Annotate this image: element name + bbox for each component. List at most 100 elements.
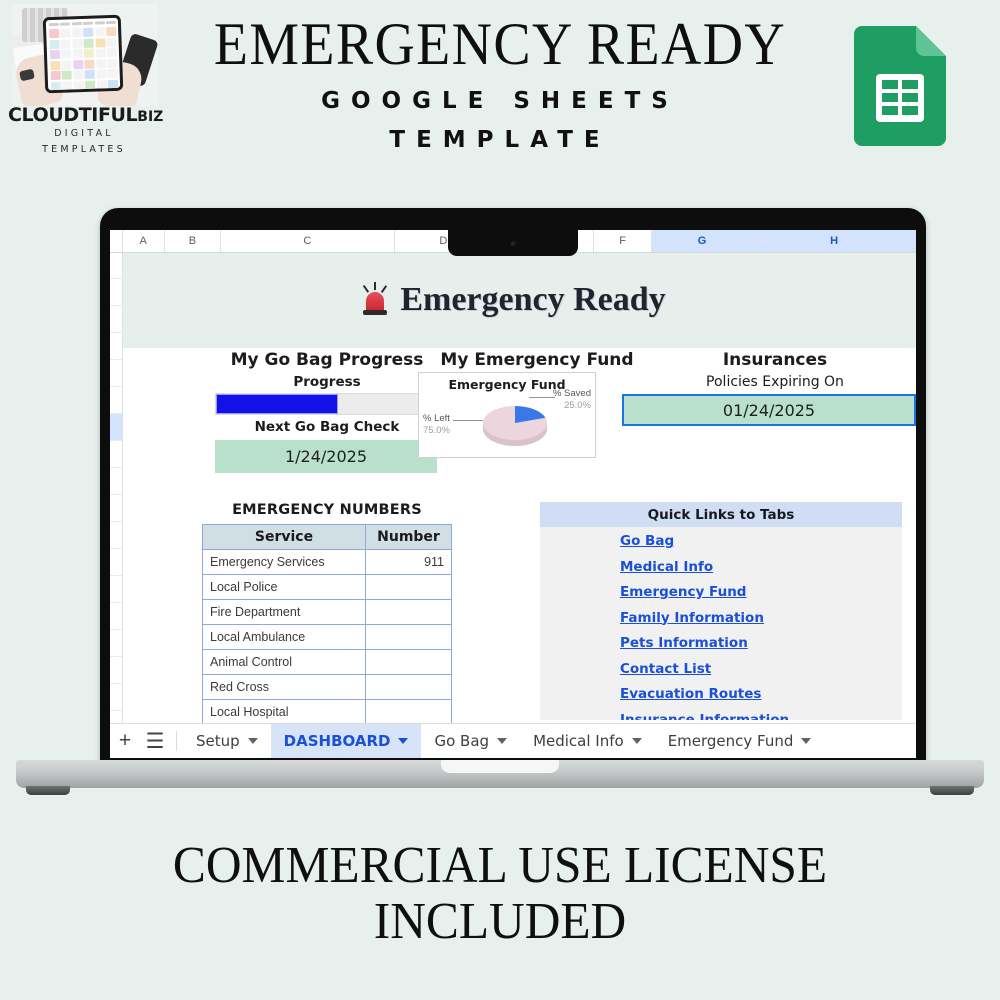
calendar-cell bbox=[95, 37, 106, 48]
select-all-corner[interactable] bbox=[110, 230, 123, 252]
google-sheets-icon bbox=[854, 26, 946, 146]
table-row[interactable]: Local Ambulance bbox=[202, 624, 452, 650]
sheet-tab-bar: + ☰ Setup DASHBOARD Go Bag Medical Info Emer… bbox=[110, 723, 916, 758]
row-header[interactable] bbox=[110, 630, 122, 657]
policies-expiring-date-cell[interactable]: 01/24/2025 bbox=[622, 394, 916, 426]
number-cell[interactable] bbox=[365, 699, 452, 725]
number-cell[interactable] bbox=[365, 574, 452, 600]
column-header-h[interactable]: H bbox=[753, 230, 916, 252]
number-cell[interactable] bbox=[365, 599, 452, 625]
page-title: EMERGENCY READY bbox=[213, 11, 787, 77]
emergency-numbers-table: Service Number Emergency Services 911 Local… bbox=[202, 524, 452, 725]
quick-link[interactable]: Contact List bbox=[620, 661, 902, 677]
sheet-tab-go-bag[interactable]: Go Bag bbox=[421, 724, 520, 758]
row-header[interactable] bbox=[110, 657, 122, 684]
row-header[interactable] bbox=[110, 549, 122, 576]
number-cell[interactable] bbox=[365, 674, 452, 700]
quick-links-list: Go Bag Medical Info Emergency Fund Family I… bbox=[540, 527, 902, 720]
pie-leader-line-right bbox=[529, 397, 555, 398]
brand-logo: CLOUDTIFULBIZ DIGITAL TEMPLATES bbox=[8, 4, 164, 162]
column-header-f[interactable]: F bbox=[594, 230, 652, 252]
service-cell[interactable]: Local Ambulance bbox=[202, 624, 366, 650]
pie-label-left-name: % Left bbox=[423, 413, 450, 424]
laptop-foot-left bbox=[26, 786, 70, 795]
next-go-bag-check-date[interactable]: 1/24/2025 bbox=[215, 440, 437, 473]
sheet-tab-label: Emergency Fund bbox=[667, 732, 794, 750]
table-row[interactable]: Red Cross bbox=[202, 674, 452, 700]
service-cell[interactable]: Emergency Services bbox=[202, 549, 366, 575]
row-header[interactable] bbox=[110, 333, 122, 360]
sheet-title-text: Emergency Ready bbox=[400, 281, 666, 318]
tablet-prop bbox=[42, 14, 124, 94]
chevron-down-icon[interactable] bbox=[801, 738, 812, 744]
calendar-cell bbox=[85, 80, 96, 90]
row-header[interactable] bbox=[110, 441, 122, 468]
calendar-cell bbox=[61, 70, 73, 80]
column-header-c[interactable]: C bbox=[221, 230, 395, 252]
calendar-cell bbox=[60, 28, 71, 38]
brand-photo bbox=[12, 4, 158, 106]
quick-link[interactable]: Pets Information bbox=[620, 635, 902, 651]
table-row[interactable]: Local Police bbox=[202, 574, 452, 600]
chevron-down-icon[interactable] bbox=[497, 738, 508, 744]
sheet-title-band: Emergency Ready bbox=[122, 252, 916, 348]
column-header-number: Number bbox=[365, 524, 452, 550]
footer-line-2: INCLUDED bbox=[373, 893, 627, 951]
quick-link[interactable]: Insurance Information bbox=[620, 712, 902, 721]
page-header: CLOUDTIFULBIZ DIGITAL TEMPLATES EMERGENC… bbox=[0, 0, 1000, 180]
add-sheet-button[interactable]: + bbox=[110, 724, 140, 758]
calendar-cell bbox=[62, 80, 73, 91]
quick-link[interactable]: Emergency Fund bbox=[620, 584, 902, 600]
sheet-tab-label: Setup bbox=[196, 732, 240, 750]
service-cell[interactable]: Animal Control bbox=[202, 649, 366, 675]
sheet-tab-dashboard[interactable]: DASHBOARD bbox=[270, 724, 422, 758]
laptop-screen: ABCDEFGH Emergency Ready My G bbox=[110, 230, 916, 758]
row-header[interactable] bbox=[110, 306, 122, 333]
calendar-cell bbox=[95, 48, 106, 58]
calendar-cell bbox=[107, 79, 119, 89]
row-header[interactable] bbox=[110, 387, 122, 414]
quick-link[interactable]: Evacuation Routes bbox=[620, 686, 902, 702]
column-header-a[interactable]: A bbox=[123, 230, 165, 252]
row-header[interactable] bbox=[110, 576, 122, 603]
row-header[interactable] bbox=[110, 684, 122, 711]
row-header[interactable] bbox=[110, 279, 122, 306]
row-header[interactable] bbox=[110, 495, 122, 522]
row-header[interactable] bbox=[110, 603, 122, 630]
calendar-cell bbox=[106, 47, 118, 58]
row-header[interactable] bbox=[110, 414, 122, 441]
table-row[interactable]: Fire Department bbox=[202, 599, 452, 625]
row-header[interactable] bbox=[110, 360, 122, 387]
pie-leader-line-left bbox=[453, 420, 483, 421]
table-row[interactable]: Local Hospital bbox=[202, 699, 452, 725]
service-cell[interactable]: Fire Department bbox=[202, 599, 366, 625]
table-row[interactable]: Animal Control bbox=[202, 649, 452, 675]
row-header[interactable] bbox=[110, 522, 122, 549]
quick-link[interactable]: Go Bag bbox=[620, 533, 902, 549]
quick-link[interactable]: Medical Info bbox=[620, 559, 902, 575]
chevron-down-icon[interactable] bbox=[631, 738, 642, 744]
table-row[interactable]: Emergency Services 911 bbox=[202, 549, 452, 575]
number-cell[interactable]: 911 bbox=[365, 549, 452, 575]
service-cell[interactable]: Local Hospital bbox=[202, 699, 366, 725]
service-cell[interactable]: Red Cross bbox=[202, 674, 366, 700]
sheet-tab-setup[interactable]: Setup bbox=[183, 724, 271, 758]
brand-name-suffix: BIZ bbox=[137, 109, 164, 125]
chevron-down-icon[interactable] bbox=[247, 738, 258, 744]
sheet-tab-emergency-fund[interactable]: Emergency Fund bbox=[655, 724, 825, 758]
all-sheets-button[interactable]: ☰ bbox=[140, 724, 170, 758]
sheet-title: Emergency Ready bbox=[360, 281, 666, 319]
pie-label-left-value: 75.0% bbox=[423, 424, 450, 436]
quick-link[interactable]: Family Information bbox=[620, 610, 902, 626]
service-cell[interactable]: Local Police bbox=[202, 574, 366, 600]
row-header[interactable] bbox=[110, 468, 122, 495]
column-header-b[interactable]: B bbox=[165, 230, 222, 252]
number-cell[interactable] bbox=[365, 624, 452, 650]
emergency-fund-chart[interactable]: Emergency Fund % Left 75.0% % Saved 25.0… bbox=[418, 372, 596, 458]
column-header-g[interactable]: G bbox=[651, 230, 754, 252]
row-header[interactable] bbox=[110, 252, 122, 279]
chevron-down-icon[interactable] bbox=[398, 738, 409, 744]
sheet-tab-medical-info[interactable]: Medical Info bbox=[520, 724, 655, 758]
camera-icon bbox=[510, 241, 516, 246]
number-cell[interactable] bbox=[365, 649, 452, 675]
